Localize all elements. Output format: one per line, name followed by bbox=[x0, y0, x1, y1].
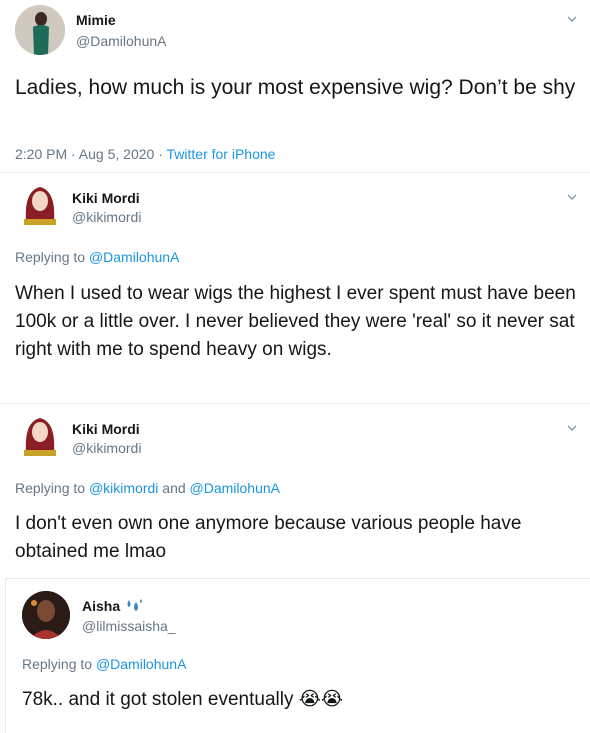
tweet-text: Ladies, how much is your most expensive … bbox=[15, 76, 576, 99]
mention-link[interactable]: @DamilohunA bbox=[190, 480, 280, 496]
avatar-image bbox=[24, 187, 56, 225]
timestamp-text[interactable]: 2:20 PM · Aug 5, 2020 · bbox=[15, 146, 167, 162]
username[interactable]: @DamilohunA bbox=[76, 33, 166, 49]
replying-to-label: Replying to bbox=[22, 656, 96, 672]
source-link[interactable]: Twitter for iPhone bbox=[167, 146, 276, 162]
display-name[interactable]: Aisha bbox=[82, 598, 144, 614]
mention-link[interactable]: @DamilohunA bbox=[96, 656, 186, 672]
replying-to-label: Replying to bbox=[15, 480, 89, 496]
crying-emoji: 😭😭 bbox=[298, 689, 344, 710]
username[interactable]: @kikimordi bbox=[72, 440, 141, 456]
tweet-text-body: 78k.. and it got stolen eventually bbox=[22, 689, 299, 710]
display-name-text: Aisha bbox=[82, 598, 121, 614]
mention-link[interactable]: @kikimordi bbox=[89, 480, 158, 496]
avatar-image bbox=[22, 591, 70, 639]
chevron-down-icon[interactable] bbox=[566, 13, 578, 25]
reply-tweet-kiki-1: Kiki Mordi @kikimordi Replying to @Damil… bbox=[0, 172, 590, 402]
replying-to: Replying to @kikimordi and @DamilohunA bbox=[15, 480, 280, 496]
display-name[interactable]: Kiki Mordi bbox=[72, 421, 140, 437]
sweat-droplets-icon bbox=[127, 599, 143, 611]
main-tweet: Mimie @DamilohunA Ladies, how much is yo… bbox=[0, 0, 590, 175]
avatar-kiki[interactable] bbox=[20, 181, 60, 229]
chevron-down-icon[interactable] bbox=[566, 422, 578, 434]
tweet-text: I don't even own one anymore because var… bbox=[15, 513, 522, 562]
mention-link[interactable]: @DamilohunA bbox=[89, 249, 179, 265]
replying-to-label: Replying to bbox=[15, 249, 89, 265]
display-name[interactable]: Kiki Mordi bbox=[72, 190, 140, 206]
replying-to: Replying to @DamilohunA bbox=[22, 656, 186, 672]
tweet-text: 78k.. and it got stolen eventually 😭😭 bbox=[22, 686, 582, 714]
avatar-image bbox=[15, 5, 65, 55]
reply-tweet-kiki-2: Kiki Mordi @kikimordi Replying to @kikim… bbox=[0, 403, 590, 575]
display-name[interactable]: Mimie bbox=[76, 12, 116, 28]
avatar-aisha[interactable] bbox=[22, 591, 70, 639]
reply-and-label: and bbox=[158, 480, 190, 496]
tweet-timestamp: 2:20 PM · Aug 5, 2020 · Twitter for iPho… bbox=[15, 146, 275, 162]
avatar-kiki[interactable] bbox=[20, 412, 60, 460]
chevron-down-icon[interactable] bbox=[566, 191, 578, 203]
reply-tweet-aisha: Aisha @lilmissaisha_ Replying to @Damilo… bbox=[0, 578, 590, 733]
avatar-image bbox=[24, 418, 56, 456]
username[interactable]: @kikimordi bbox=[72, 209, 141, 225]
tweet-text: When I used to wear wigs the highest I e… bbox=[15, 283, 576, 360]
avatar-mimie[interactable] bbox=[15, 5, 65, 55]
replying-to: Replying to @DamilohunA bbox=[15, 249, 179, 265]
username[interactable]: @lilmissaisha_ bbox=[82, 618, 176, 634]
